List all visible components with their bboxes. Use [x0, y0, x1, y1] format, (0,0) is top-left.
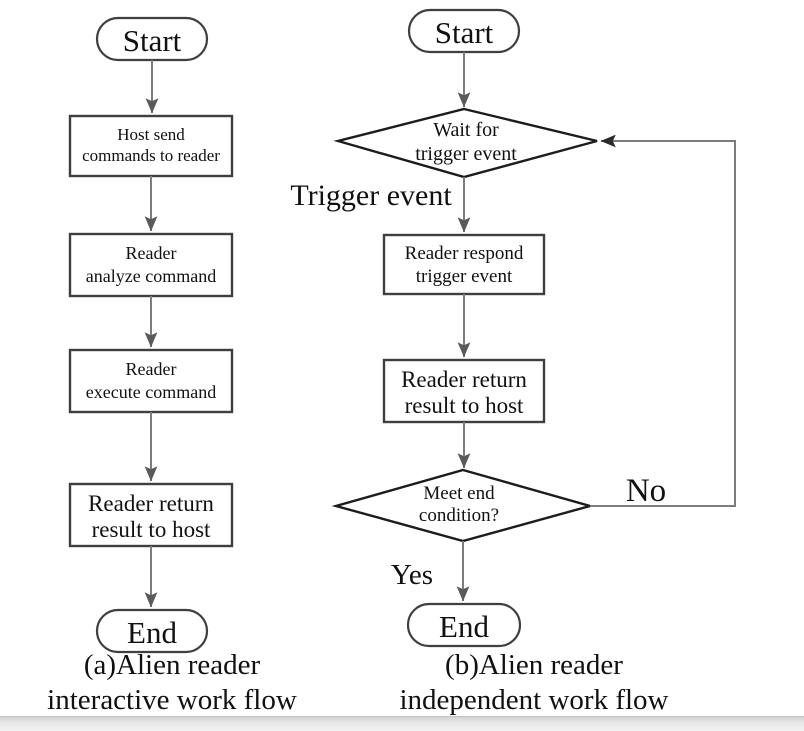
a-return-result-node: Reader return result to host	[68, 482, 234, 548]
b-start-label: Start	[435, 15, 494, 50]
b-edge-label-trigger-event: Trigger event	[290, 179, 452, 212]
a-analyze-node: Reader analyze command	[68, 232, 234, 298]
a-host-send-node: Host send commands to reader	[68, 114, 234, 178]
b-return-result-label-line1: Reader return	[401, 367, 527, 392]
flowchart-svg: Start Host send commands to reader Reade…	[68, 8, 736, 654]
figure-caption-a: (a)Alien reader interactive work flow	[47, 649, 297, 716]
a-analyze-label-line2: analyze command	[86, 266, 216, 286]
a-return-result-label-line2: result to host	[92, 517, 211, 542]
b-return-result-node: Reader return result to host	[382, 358, 546, 424]
a-execute-node: Reader execute command	[68, 348, 234, 414]
a-execute-label-line1: Reader	[126, 359, 177, 379]
a-end-node: End	[95, 608, 209, 654]
slide-canvas: Start Host send commands to reader Reade…	[0, 0, 804, 731]
a-analyze-label-line1: Reader	[126, 243, 177, 263]
a-host-send-label-line2: commands to reader	[82, 146, 220, 165]
a-return-result-label-line1: Reader return	[88, 491, 214, 516]
b-wait-decision-label-line1: Wait for	[433, 119, 499, 141]
b-respond-label-line1: Reader respond	[405, 243, 524, 264]
a-start-node: Start	[95, 16, 209, 62]
b-return-result-label-line2: result to host	[405, 393, 524, 418]
b-end-node: End	[406, 602, 522, 648]
b-end-label: End	[439, 609, 489, 644]
b-wait-decision-node: Wait for trigger event	[333, 107, 598, 179]
b-respond-label-line2: trigger event	[416, 266, 513, 287]
a-execute-label-line2: execute command	[86, 382, 216, 402]
b-edge-label-yes: Yes	[391, 559, 433, 591]
b-start-node: Start	[407, 8, 521, 54]
a-start-label: Start	[123, 23, 182, 58]
a-host-send-label-line1: Host send	[117, 125, 185, 144]
figure-caption-row: (a)Alien reader interactive work flow (b…	[0, 648, 804, 716]
b-end-condition-decision-node: Meet end condition?	[331, 468, 595, 543]
b-edge-label-no: No	[626, 473, 666, 509]
b-end-condition-label-line2: condition?	[419, 505, 499, 526]
a-end-label: End	[127, 615, 177, 650]
b-connector-no-feedback-loop	[590, 134, 736, 507]
b-respond-node: Reader respond trigger event	[382, 233, 546, 296]
slide-bottom-bar	[0, 716, 804, 731]
figure-caption-b: (b)Alien reader independent work flow	[399, 649, 669, 716]
flowchart-figure: Start Host send commands to reader Reade…	[0, 0, 804, 716]
b-end-condition-label-line1: Meet end	[423, 483, 495, 504]
b-wait-decision-label-line2: trigger event	[415, 143, 517, 165]
